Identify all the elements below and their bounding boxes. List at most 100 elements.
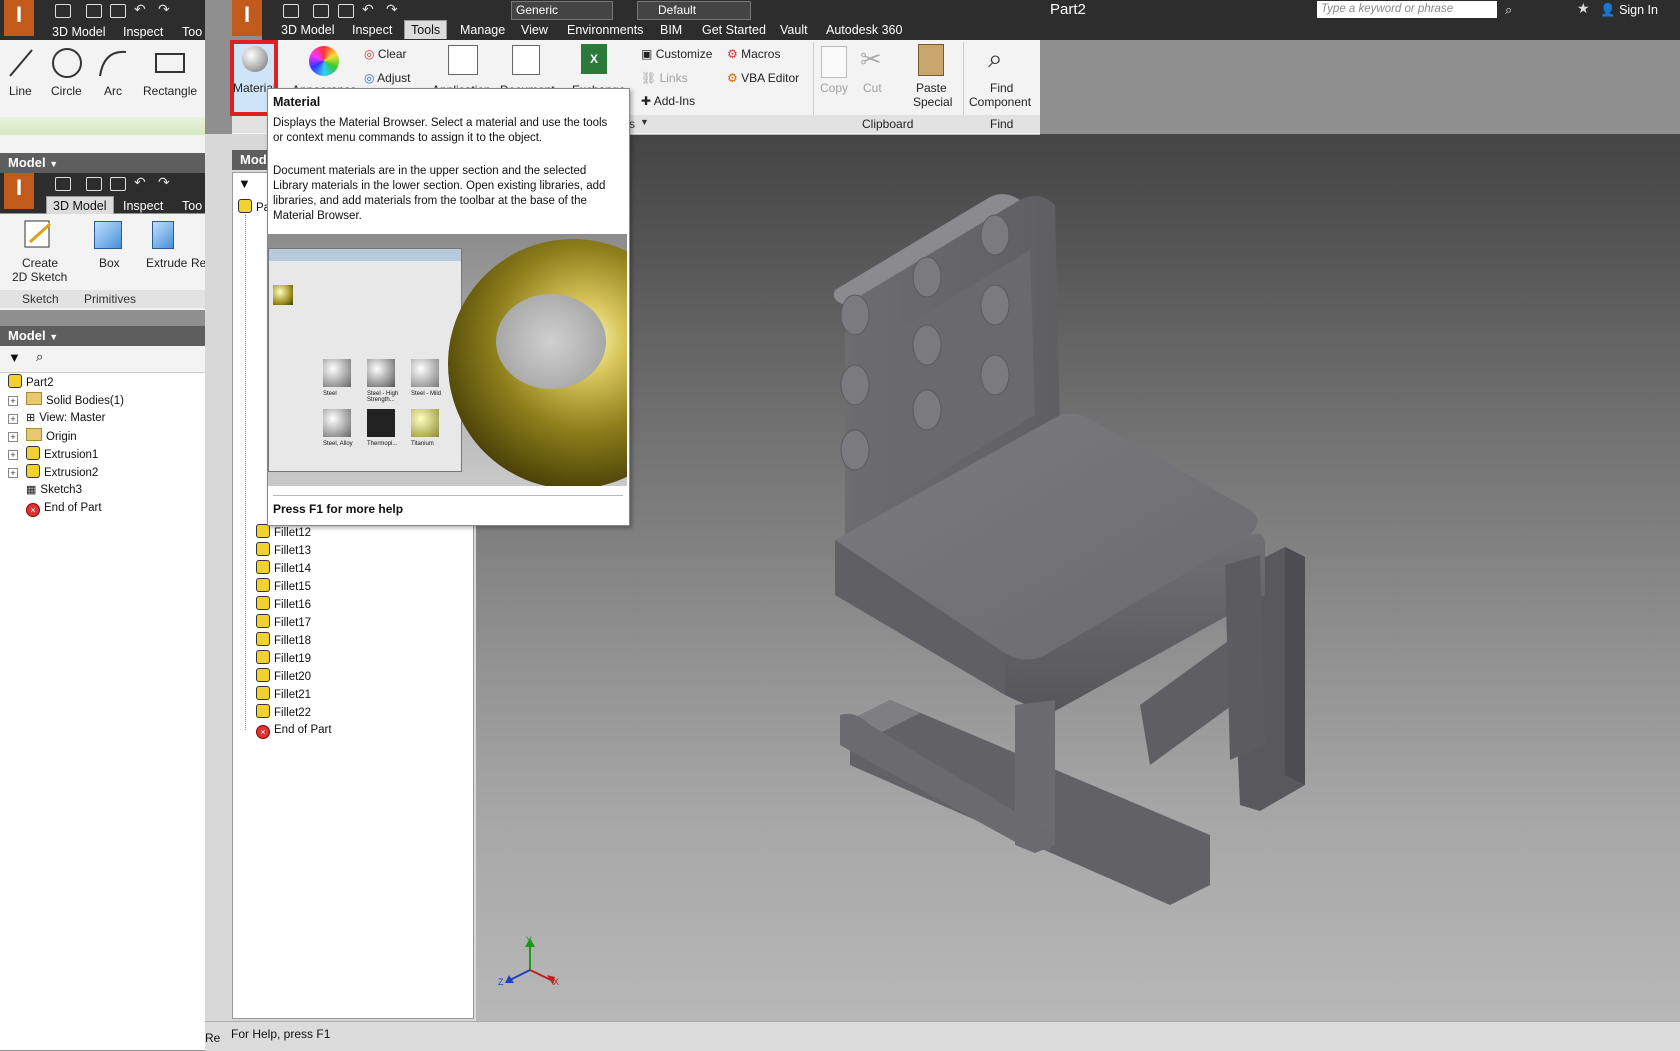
tree-item-fillet19[interactable]: Fillet19: [256, 650, 311, 667]
tree-item-part[interactable]: Part2: [8, 374, 54, 391]
customize-button[interactable]: ▣ Customize: [641, 47, 712, 61]
expand-icon[interactable]: +: [8, 414, 18, 424]
adjust-button[interactable]: ◎ Adjust: [364, 71, 411, 85]
tree-item-fillet22[interactable]: Fillet22: [256, 704, 311, 721]
style-select[interactable]: Generic: [511, 1, 613, 20]
find-component-label-2[interactable]: Component: [969, 95, 1031, 109]
line-icon[interactable]: [6, 46, 36, 80]
links-button[interactable]: ⛓ Links: [641, 71, 688, 85]
tree-item-fillet13[interactable]: Fillet13: [256, 542, 311, 559]
open-icon[interactable]: [313, 4, 329, 18]
tab-tools[interactable]: Too: [176, 197, 208, 215]
tree-item-part[interactable]: Pa: [238, 199, 270, 216]
tab-get-started[interactable]: Get Started: [696, 21, 772, 39]
exchange-icon[interactable]: X: [581, 44, 607, 74]
sign-in-button[interactable]: 👤 Sign In: [1600, 0, 1658, 20]
tab-inspect[interactable]: Inspect: [117, 197, 169, 215]
arc-icon[interactable]: [96, 46, 130, 80]
vba-editor-button[interactable]: ⚙ VBA Editor: [727, 71, 799, 85]
star-icon[interactable]: ★: [1577, 0, 1590, 17]
tab-bim[interactable]: BIM: [654, 21, 688, 39]
model-browser-header-2[interactable]: Model ▼: [0, 326, 205, 346]
undo-icon[interactable]: ↶: [362, 1, 374, 18]
app-logo-left-1[interactable]: I: [4, 0, 34, 36]
box-icon[interactable]: [94, 221, 122, 249]
app-logo-left-2[interactable]: I: [4, 173, 34, 209]
tree-item-sketch3[interactable]: ▦ Sketch3: [26, 482, 82, 499]
tab-view[interactable]: View: [515, 21, 554, 39]
tree-item-fillet18[interactable]: Fillet18: [256, 632, 311, 649]
copy-icon[interactable]: [821, 46, 847, 78]
save-icon[interactable]: [338, 4, 354, 18]
tab-manage[interactable]: Manage: [454, 21, 511, 39]
create-sketch-icon[interactable]: [22, 218, 56, 252]
tree-item-fillet15[interactable]: Fillet15: [256, 578, 311, 595]
filter-icon[interactable]: ▼: [8, 350, 21, 365]
document-settings-icon[interactable]: [512, 45, 540, 75]
tree-item-fillet21[interactable]: Fillet21: [256, 686, 311, 703]
tree-item-extrusion1[interactable]: Extrusion1: [26, 446, 98, 463]
rectangle-label[interactable]: Rectangle: [143, 84, 197, 98]
appearance-icon[interactable]: [309, 46, 339, 76]
filter-icon[interactable]: ▼: [238, 176, 251, 191]
chevron-down-icon[interactable]: ▼: [49, 159, 58, 169]
expand-icon[interactable]: +: [8, 396, 18, 406]
arc-label[interactable]: Arc: [104, 84, 122, 98]
tab-vault[interactable]: Vault: [774, 21, 814, 39]
chevron-down-icon[interactable]: ▼: [49, 332, 58, 342]
tab-inspect[interactable]: Inspect: [117, 23, 169, 41]
expand-icon[interactable]: +: [8, 432, 18, 442]
tree-item-fillet14[interactable]: Fillet14: [256, 560, 311, 577]
tree-item-extrusion2[interactable]: Extrusion2: [26, 464, 98, 481]
paste-special-icon[interactable]: [918, 44, 944, 76]
tree-item-end-of-part[interactable]: × End of Part: [26, 500, 102, 517]
tree-item-fillet12[interactable]: Fillet12: [256, 524, 311, 541]
tab-inspect[interactable]: Inspect: [346, 21, 398, 39]
application-options-icon[interactable]: [448, 45, 478, 75]
line-label[interactable]: Line: [9, 84, 32, 98]
tab-3d-model[interactable]: 3D Model: [275, 21, 341, 39]
search-binoculars-icon[interactable]: ⌕: [36, 349, 43, 365]
circle-label[interactable]: Circle: [51, 84, 82, 98]
new-icon[interactable]: [283, 4, 299, 18]
tree-item-solid-bodies[interactable]: Solid Bodies(1): [26, 392, 124, 409]
expand-icon[interactable]: +: [8, 450, 18, 460]
paste-special-label-1[interactable]: Paste: [916, 81, 947, 95]
redo-icon[interactable]: ↷: [158, 1, 170, 18]
tab-environments[interactable]: Environments: [561, 21, 649, 39]
new-icon[interactable]: [55, 177, 71, 191]
create-label[interactable]: Create: [22, 256, 58, 270]
tree-item-end-of-part[interactable]: × End of Part: [256, 722, 332, 739]
open-icon[interactable]: [86, 177, 102, 191]
2d-sketch-label[interactable]: 2D Sketch: [12, 270, 67, 284]
open-icon[interactable]: [86, 4, 102, 18]
copy-label[interactable]: Copy: [820, 81, 848, 95]
tree-item-view-master[interactable]: ⊞ View: Master: [26, 410, 105, 427]
tree-item-fillet16[interactable]: Fillet16: [256, 596, 311, 613]
paste-special-label-2[interactable]: Special: [913, 95, 952, 109]
tab-3d-model[interactable]: 3D Model: [46, 23, 112, 41]
tab-tools[interactable]: Too: [176, 23, 208, 41]
tree-item-origin[interactable]: Origin: [26, 428, 77, 445]
save-icon[interactable]: [110, 4, 126, 18]
extrude-icon[interactable]: [152, 221, 174, 249]
new-icon[interactable]: [55, 4, 71, 18]
search-input[interactable]: Type a keyword or phrase: [1317, 1, 1497, 18]
redo-icon[interactable]: ↷: [386, 1, 398, 18]
rectangle-icon[interactable]: [154, 52, 188, 76]
macros-button[interactable]: ⚙ Macros: [727, 47, 780, 61]
chair-3d-model[interactable]: [830, 185, 1320, 915]
find-component-label-1[interactable]: Find: [990, 81, 1013, 95]
undo-icon[interactable]: ↶: [134, 1, 146, 18]
extrude-label[interactable]: Extrude: [146, 256, 187, 270]
tab-autodesk-360[interactable]: Autodesk 360: [820, 21, 908, 39]
appearance-select[interactable]: Default: [637, 1, 751, 20]
model-browser-header-1[interactable]: Model ▼: [0, 153, 205, 173]
tab-3d-model[interactable]: 3D Model: [46, 196, 114, 215]
circle-icon[interactable]: [50, 46, 84, 80]
find-component-icon[interactable]: ⌕: [988, 43, 1003, 75]
redo-icon[interactable]: ↷: [158, 174, 170, 191]
tab-tools[interactable]: Tools: [404, 20, 448, 39]
box-label[interactable]: Box: [99, 256, 120, 270]
addins-button[interactable]: ✚ Add-Ins: [641, 94, 695, 108]
